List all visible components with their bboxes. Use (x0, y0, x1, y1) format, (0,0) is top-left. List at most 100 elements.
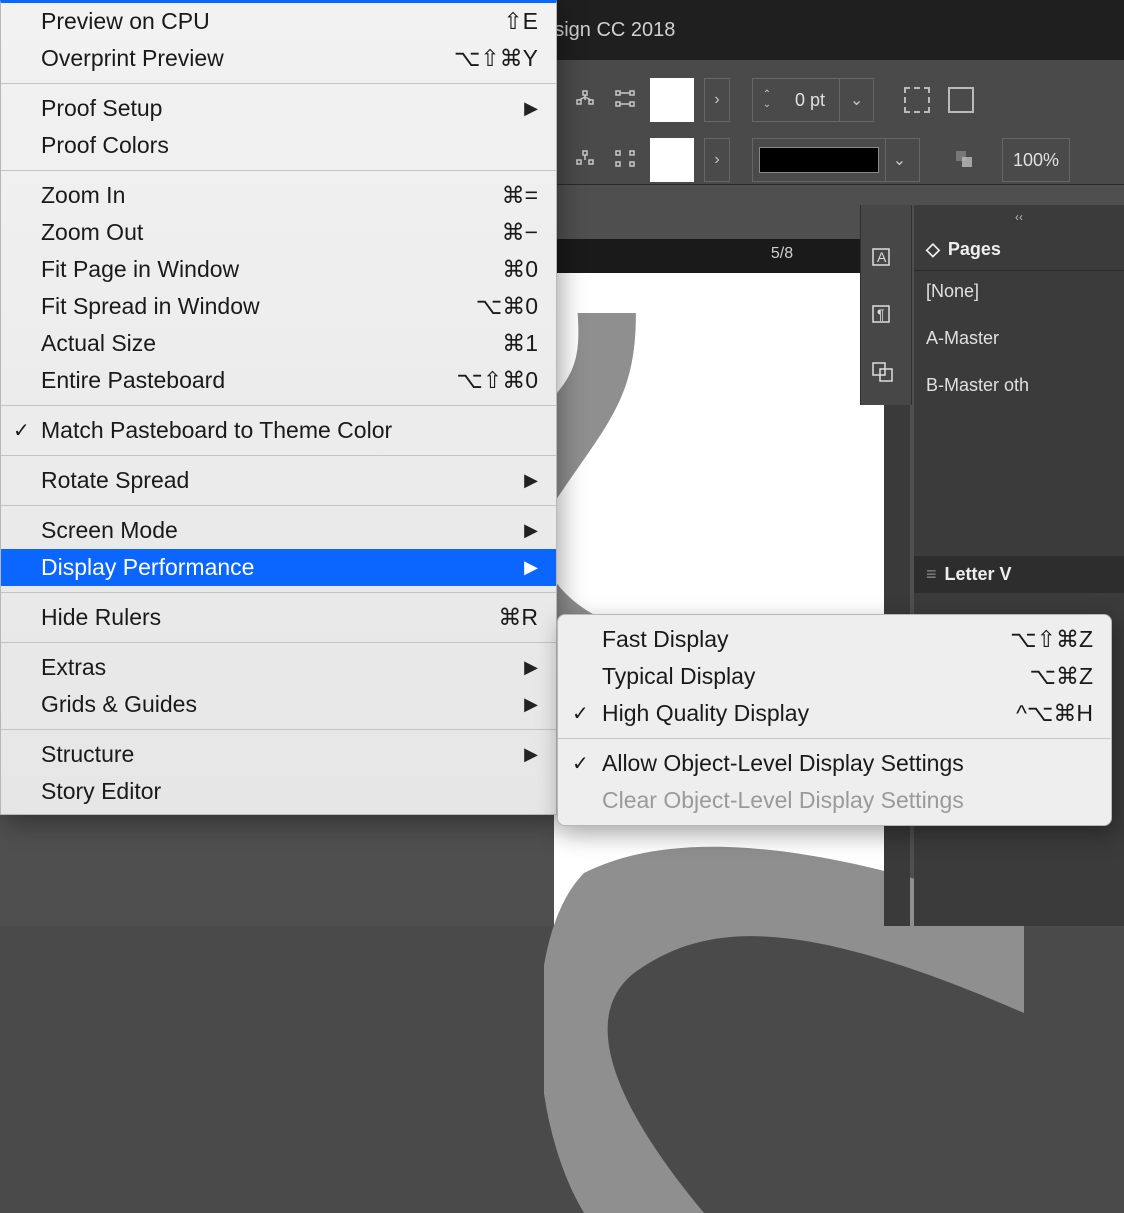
menu-item-label: Proof Setup (41, 95, 524, 122)
menu-item-label: Screen Mode (41, 517, 524, 544)
submenu-arrow-icon: ▶ (524, 520, 538, 541)
panel-icon-strip: A ¶ (860, 205, 912, 405)
menu-item-hide-rulers[interactable]: Hide Rulers⌘R (1, 599, 556, 636)
pages-item-a-master[interactable]: A-Master (926, 328, 1112, 349)
menu-item-shortcut: ⌘− (502, 219, 538, 246)
pages-panel-header[interactable]: ◇ Pages (914, 229, 1124, 271)
opacity-value: 100% (1013, 150, 1059, 171)
menu-item-label: Actual Size (41, 330, 502, 357)
menu-item-proof-setup[interactable]: Proof Setup▶ (1, 90, 556, 127)
menu-item-label: Proof Colors (41, 132, 538, 159)
gradient-fill-field[interactable]: ⌄ (752, 138, 920, 182)
view-menu: Preview on CPU⇧EOverprint Preview⌥⇧⌘YPro… (0, 0, 557, 815)
menu-item-label: Entire Pasteboard (41, 367, 456, 394)
menu-separator (1, 729, 556, 730)
svg-text:A: A (877, 249, 887, 265)
menu-item-label: Zoom Out (41, 219, 502, 246)
pages-item-b-master[interactable]: B-Master oth (926, 375, 1112, 396)
menu-item-shortcut: ⌥⇧⌘Y (454, 45, 538, 72)
pages-panel-title: Pages (948, 239, 1001, 260)
menu-item-rotate-spread[interactable]: Rotate Spread▶ (1, 462, 556, 499)
menu-item-shortcut: ^⌥⌘H (1016, 700, 1093, 727)
submenu-arrow-icon: ▶ (524, 98, 538, 119)
object-panel-icon[interactable] (872, 359, 900, 388)
opacity-field[interactable]: 100% (1002, 138, 1070, 182)
menu-item-shortcut: ⌥⌘0 (476, 293, 538, 320)
menu-item-label: Story Editor (41, 778, 538, 805)
menu-item-label: Grids & Guides (41, 691, 524, 718)
align-icon-2[interactable] (610, 85, 640, 115)
frame-fitting-icon-1[interactable] (904, 87, 930, 113)
gradient-dropdown[interactable]: ⌄ (885, 139, 913, 181)
ruler-mark: 5/8 (771, 245, 793, 263)
menu-item-fit-spread-in-window[interactable]: Fit Spread in Window⌥⌘0 (1, 288, 556, 325)
fill-color-swatch[interactable] (650, 138, 694, 182)
effects-icon[interactable] (950, 145, 980, 175)
submenu-item-typical-display[interactable]: Typical Display⌥⌘Z (558, 658, 1111, 695)
menu-separator (1, 170, 556, 171)
menu-item-label: Extras (41, 654, 524, 681)
align-icon-4[interactable] (610, 145, 640, 175)
menu-item-fit-page-in-window[interactable]: Fit Page in Window⌘0 (1, 251, 556, 288)
menu-item-label: Structure (41, 741, 524, 768)
menu-item-proof-colors[interactable]: Proof Colors (1, 127, 556, 164)
menu-separator (1, 455, 556, 456)
document-page[interactable] (554, 273, 884, 926)
collapse-panels-button[interactable]: ‹‹ (914, 205, 1124, 229)
menu-separator (1, 642, 556, 643)
menu-item-label: Overprint Preview (41, 45, 454, 72)
pages-item-none[interactable]: [None] (926, 281, 1112, 302)
menu-item-display-performance[interactable]: Display Performance▶ (1, 549, 556, 586)
menu-separator (1, 505, 556, 506)
paragraph-panel-icon[interactable]: ¶ (872, 302, 900, 331)
menu-item-label: Typical Display (602, 663, 1029, 690)
submenu-item-fast-display[interactable]: Fast Display⌥⇧⌘Z (558, 621, 1111, 658)
menu-item-grids-guides[interactable]: Grids & Guides▶ (1, 686, 556, 723)
menu-item-shortcut: ⌥⌘Z (1029, 663, 1093, 690)
menu-item-label: Clear Object-Level Display Settings (602, 787, 1093, 814)
menu-item-shortcut: ⌥⇧⌘0 (456, 367, 538, 394)
stroke-weight-value: 0 pt (781, 90, 839, 111)
menu-item-shortcut: ⌘1 (502, 330, 538, 357)
frame-fitting-icon-2[interactable] (948, 87, 974, 113)
svg-text:¶: ¶ (877, 306, 885, 322)
menu-item-extras[interactable]: Extras▶ (1, 649, 556, 686)
submenu-arrow-icon: ▶ (524, 744, 538, 765)
menu-item-label: Fast Display (602, 626, 1010, 653)
align-icon-1[interactable] (570, 85, 600, 115)
menu-item-preview-on-cpu[interactable]: Preview on CPU⇧E (1, 3, 556, 40)
submenu-arrow-icon: ▶ (524, 657, 538, 678)
stroke-weight-dropdown[interactable]: ⌄ (839, 79, 873, 121)
character-panel-icon[interactable]: A (872, 245, 900, 274)
submenu-item-allow-object-level-display-settings[interactable]: ✓Allow Object-Level Display Settings (558, 745, 1111, 782)
stroke-color-expand-button[interactable]: › (704, 78, 730, 122)
menu-item-label: Hide Rulers (41, 604, 498, 631)
stroke-weight-field[interactable]: ⌃⌄ 0 pt ⌄ (752, 78, 874, 122)
letter-panel-header[interactable]: ≡ Letter V (914, 556, 1124, 593)
menu-item-story-editor[interactable]: Story Editor (1, 773, 556, 810)
menu-item-shortcut: ⌘R (498, 604, 538, 631)
menu-item-screen-mode[interactable]: Screen Mode▶ (1, 512, 556, 549)
menu-item-label: High Quality Display (602, 700, 1016, 727)
stroke-color-swatch[interactable] (650, 78, 694, 122)
pages-panel-body: [None] A-Master B-Master oth (914, 271, 1124, 406)
menu-item-shortcut: ⇧E (503, 8, 538, 35)
menu-separator (1, 83, 556, 84)
menu-item-zoom-in[interactable]: Zoom In⌘= (1, 177, 556, 214)
menu-item-label: Preview on CPU (41, 8, 503, 35)
menu-item-entire-pasteboard[interactable]: Entire Pasteboard⌥⇧⌘0 (1, 362, 556, 399)
menu-item-match-pasteboard-to-theme-color[interactable]: ✓Match Pasteboard to Theme Color (1, 412, 556, 449)
submenu-arrow-icon: ▶ (524, 557, 538, 578)
menu-item-zoom-out[interactable]: Zoom Out⌘− (1, 214, 556, 251)
menu-item-structure[interactable]: Structure▶ (1, 736, 556, 773)
fill-color-expand-button[interactable]: › (704, 138, 730, 182)
menu-item-shortcut: ⌘0 (502, 256, 538, 283)
menu-item-overprint-preview[interactable]: Overprint Preview⌥⇧⌘Y (1, 40, 556, 77)
menu-item-actual-size[interactable]: Actual Size⌘1 (1, 325, 556, 362)
letter-panel-title: Letter V (945, 564, 1012, 585)
menu-item-label: Fit Page in Window (41, 256, 502, 283)
submenu-item-high-quality-display[interactable]: ✓High Quality Display^⌥⌘H (558, 695, 1111, 732)
align-icon-3[interactable] (570, 145, 600, 175)
menu-separator (1, 592, 556, 593)
expand-icon: ◇ (926, 239, 940, 260)
